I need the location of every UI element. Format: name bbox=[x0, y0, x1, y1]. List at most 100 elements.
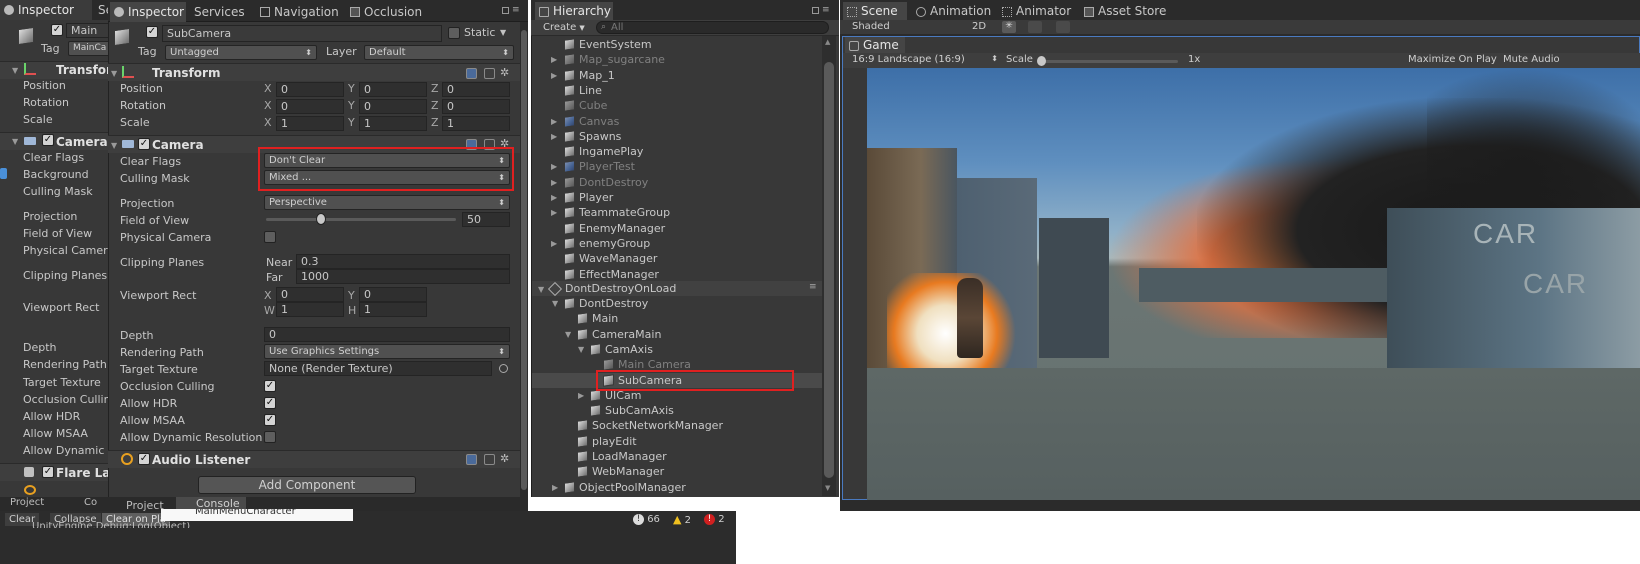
flare-layer-checkbox[interactable]: ✓ bbox=[42, 466, 54, 478]
position-z-field[interactable]: 0 bbox=[442, 82, 510, 97]
depth-field[interactable]: 0 bbox=[264, 327, 510, 342]
bg-project-tab[interactable]: Project bbox=[10, 497, 44, 508]
tab-occlusion[interactable]: Occlusion bbox=[346, 2, 428, 22]
allow-hdr-checkbox[interactable]: ✓ bbox=[264, 397, 276, 409]
object-name-field[interactable]: Main Ca bbox=[66, 23, 114, 38]
rotation-x-field[interactable]: 0 bbox=[276, 99, 344, 114]
effects-toggle-icon[interactable] bbox=[1056, 21, 1070, 33]
scale-x-field[interactable]: 1 bbox=[276, 116, 344, 131]
gear-icon[interactable]: ✲ bbox=[500, 452, 509, 465]
tab-animation[interactable]: Animation bbox=[912, 2, 997, 20]
hierarchy-row[interactable] bbox=[532, 129, 822, 144]
audio-toggle-icon[interactable] bbox=[1028, 21, 1042, 33]
near-field[interactable]: 0.3 bbox=[296, 254, 510, 269]
tab-hierarchy[interactable]: Hierarchy bbox=[535, 2, 613, 20]
hierarchy-row[interactable] bbox=[532, 52, 822, 67]
camera-enabled-checkbox[interactable]: ✓ bbox=[138, 138, 150, 150]
hierarchy-row[interactable] bbox=[532, 251, 822, 266]
rotation-y-field[interactable]: 0 bbox=[359, 99, 427, 114]
viewport-w-field[interactable]: 1 bbox=[276, 302, 344, 317]
tag-dropdown[interactable]: Untagged ⬍ bbox=[165, 45, 317, 60]
camera-enabled-checkbox[interactable]: ✓ bbox=[42, 134, 54, 146]
scale-slider-track[interactable] bbox=[1040, 60, 1178, 63]
rendering-path-dropdown[interactable]: Use Graphics Settings ⬍ bbox=[264, 344, 510, 359]
scale-z-field[interactable]: 1 bbox=[442, 116, 510, 131]
active-checkbox[interactable]: ✓ bbox=[51, 24, 63, 36]
aspect-dropdown[interactable]: 16:9 Landscape (16:9) ⬍ bbox=[852, 54, 1000, 65]
fold-arrow-icon[interactable]: ▼ bbox=[111, 69, 120, 78]
scale-y-field[interactable]: 1 bbox=[359, 116, 427, 131]
active-checkbox[interactable]: ✓ bbox=[146, 26, 158, 38]
object-picker-icon[interactable] bbox=[499, 364, 508, 373]
fold-arrow-icon[interactable]: ▶ bbox=[552, 483, 561, 492]
lock-icon[interactable] bbox=[812, 7, 819, 14]
console-log-counter[interactable]: ! 66 bbox=[633, 513, 660, 526]
tab-game[interactable]: Game bbox=[845, 37, 905, 53]
panel-menu-icon[interactable]: ≡ bbox=[822, 5, 830, 15]
bg-console-tab[interactable]: Co bbox=[84, 497, 97, 508]
fold-arrow-icon[interactable]: ▼ bbox=[12, 66, 21, 75]
console-warning-counter[interactable]: ▲ 2 bbox=[673, 513, 691, 526]
target-texture-field[interactable]: None (Render Texture) bbox=[264, 361, 492, 376]
mode-2d-button[interactable]: 2D bbox=[972, 21, 986, 32]
create-dropdown[interactable]: Create ▼ bbox=[543, 22, 585, 33]
hierarchy-row[interactable] bbox=[532, 144, 822, 159]
hierarchy-row[interactable] bbox=[532, 342, 822, 357]
fold-arrow-icon[interactable]: ▶ bbox=[551, 117, 560, 126]
tab-animator[interactable]: Animator bbox=[998, 2, 1077, 20]
viewport-x-field[interactable]: 0 bbox=[276, 287, 344, 302]
fold-arrow-icon[interactable]: ▼ bbox=[565, 330, 574, 339]
console-error-counter[interactable]: ! 2 bbox=[704, 513, 725, 526]
reference-icon[interactable] bbox=[466, 454, 477, 465]
position-x-field[interactable]: 0 bbox=[276, 82, 344, 97]
hierarchy-row[interactable] bbox=[532, 434, 822, 449]
hierarchy-row[interactable] bbox=[532, 83, 822, 98]
rotation-z-field[interactable]: 0 bbox=[442, 99, 510, 114]
panel-menu-icon[interactable]: ≡ bbox=[512, 5, 520, 15]
viewport-y-field[interactable]: 0 bbox=[359, 287, 427, 302]
scroll-up-icon[interactable]: ▲ bbox=[825, 38, 830, 46]
static-dropdown-arrow-icon[interactable]: ▼ bbox=[500, 28, 506, 37]
fold-arrow-icon[interactable]: ▶ bbox=[551, 132, 560, 141]
lock-icon[interactable] bbox=[502, 7, 509, 14]
far-field[interactable]: 1000 bbox=[296, 269, 510, 284]
fov-slider-track[interactable] bbox=[266, 218, 456, 221]
fold-arrow-icon[interactable]: ▼ bbox=[111, 141, 120, 150]
tab-asset-store[interactable]: Asset Store bbox=[1080, 2, 1172, 20]
fold-arrow-icon[interactable]: ▶ bbox=[551, 239, 560, 248]
preset-icon[interactable] bbox=[484, 68, 495, 79]
tab-services[interactable]: Services bbox=[188, 2, 251, 22]
fold-arrow-icon[interactable]: ▼ bbox=[552, 299, 561, 308]
shading-mode-dropdown[interactable]: Shaded bbox=[852, 21, 962, 32]
hierarchy-row[interactable] bbox=[532, 236, 822, 251]
fov-value-field[interactable]: 50 bbox=[462, 212, 510, 227]
fold-arrow-icon[interactable]: ▶ bbox=[551, 71, 560, 80]
reference-icon[interactable] bbox=[466, 68, 477, 79]
hierarchy-row[interactable] bbox=[532, 449, 822, 464]
tab-scene[interactable]: Scene bbox=[843, 2, 907, 20]
mute-audio-toggle[interactable]: Mute Audio bbox=[1503, 54, 1560, 65]
fold-arrow-icon[interactable]: ▶ bbox=[551, 162, 560, 171]
allow-dynamic-resolution-checkbox[interactable] bbox=[264, 431, 276, 443]
hierarchy-row[interactable] bbox=[532, 403, 822, 418]
fold-arrow-icon[interactable]: ▼ bbox=[538, 285, 547, 294]
fold-arrow-icon[interactable]: ▶ bbox=[551, 55, 560, 64]
hierarchy-row[interactable] bbox=[532, 159, 822, 174]
hierarchy-row[interactable] bbox=[532, 114, 822, 129]
scroll-down-icon[interactable]: ▼ bbox=[825, 484, 830, 492]
audio-listener-checkbox[interactable]: ✓ bbox=[138, 453, 150, 465]
hierarchy-row[interactable] bbox=[532, 464, 822, 479]
fold-arrow-icon[interactable]: ▶ bbox=[551, 178, 560, 187]
tab-navigation[interactable]: Navigation bbox=[256, 2, 345, 22]
fold-arrow-icon[interactable]: ▶ bbox=[578, 391, 587, 400]
hierarchy-search-input[interactable]: ⌕ All bbox=[596, 21, 829, 34]
hierarchy-row[interactable] bbox=[532, 221, 822, 236]
hierarchy-row[interactable] bbox=[532, 175, 822, 190]
preset-icon[interactable] bbox=[484, 454, 495, 465]
tab-inspector-background[interactable]: Inspector bbox=[0, 0, 92, 20]
hierarchy-scrollbar-thumb[interactable] bbox=[824, 62, 834, 478]
hierarchy-row[interactable] bbox=[532, 68, 822, 83]
object-name-field[interactable]: SubCamera bbox=[162, 25, 442, 42]
fold-arrow-icon[interactable]: ▶ bbox=[551, 193, 560, 202]
hierarchy-row[interactable] bbox=[532, 311, 822, 326]
